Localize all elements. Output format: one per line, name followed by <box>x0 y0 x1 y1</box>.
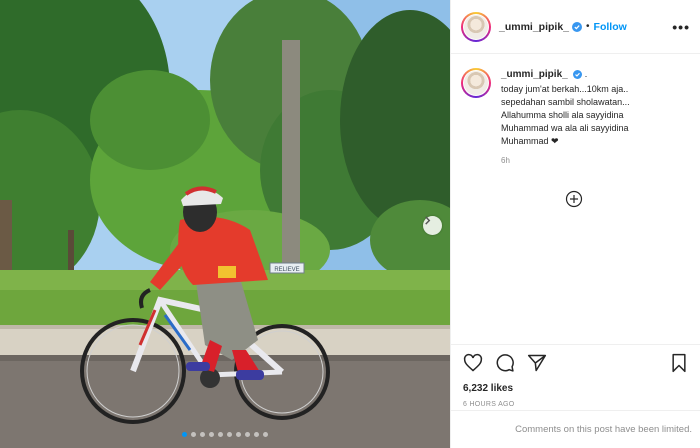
caption-body: today jum'at berkah...10km aja.. sepedah… <box>501 83 630 146</box>
verified-badge-icon <box>572 21 583 32</box>
post-actions: 6,232 likes 6 HOURS AGO <box>451 344 700 408</box>
likes-count[interactable]: 6,232 likes <box>463 383 688 394</box>
next-arrow-icon <box>425 216 431 225</box>
comment-icon[interactable] <box>495 353 515 373</box>
carousel-dots <box>0 432 450 437</box>
bookmark-icon[interactable] <box>670 353 688 373</box>
caption-row: _ummi_pipik_ . today jum'at berkah...10k… <box>451 54 700 148</box>
avatar[interactable] <box>461 11 491 42</box>
caption-text: _ummi_pipik_ . today jum'at berkah...10k… <box>501 68 690 148</box>
carousel-dot <box>191 432 196 437</box>
action-icons <box>463 351 688 375</box>
post-photo[interactable]: RELIEVE <box>0 0 450 448</box>
next-slide-button[interactable] <box>423 216 442 235</box>
caption-area: _ummi_pipik_ . today jum'at berkah...10k… <box>451 54 700 344</box>
post-side-panel: _ummi_pipik_ • Follow ••• _ummi_pipik_ .… <box>450 0 700 448</box>
add-comment-icon[interactable] <box>565 190 583 208</box>
sign-text: RELIEVE <box>274 267 299 273</box>
more-options-icon[interactable]: ••• <box>672 19 690 35</box>
username[interactable]: _ummi_pipik_ <box>499 21 569 33</box>
carousel-dot <box>182 432 187 437</box>
caption-separator: . <box>584 69 588 79</box>
verified-badge-icon <box>573 70 583 80</box>
comments-limited-notice: Comments on this post have been limited. <box>451 410 700 448</box>
carousel-dot <box>254 432 259 437</box>
caption-timestamp[interactable]: 6h <box>501 156 700 165</box>
caption-avatar[interactable] <box>461 68 491 98</box>
posted-time[interactable]: 6 HOURS AGO <box>463 401 688 408</box>
share-icon[interactable] <box>527 353 547 373</box>
follow-button[interactable]: Follow <box>594 21 627 33</box>
carousel-dot <box>218 432 223 437</box>
photo-scene: RELIEVE <box>0 0 450 448</box>
carousel-dot <box>263 432 268 437</box>
carousel-dot <box>209 432 214 437</box>
carousel-dot <box>245 432 250 437</box>
carousel-dot <box>200 432 205 437</box>
post-header: _ummi_pipik_ • Follow ••• <box>451 0 700 54</box>
carousel-dot <box>236 432 241 437</box>
caption-username[interactable]: _ummi_pipik_ <box>501 69 568 80</box>
header-separator: • <box>586 21 590 32</box>
carousel-dot <box>227 432 232 437</box>
heart-icon[interactable] <box>463 353 483 373</box>
